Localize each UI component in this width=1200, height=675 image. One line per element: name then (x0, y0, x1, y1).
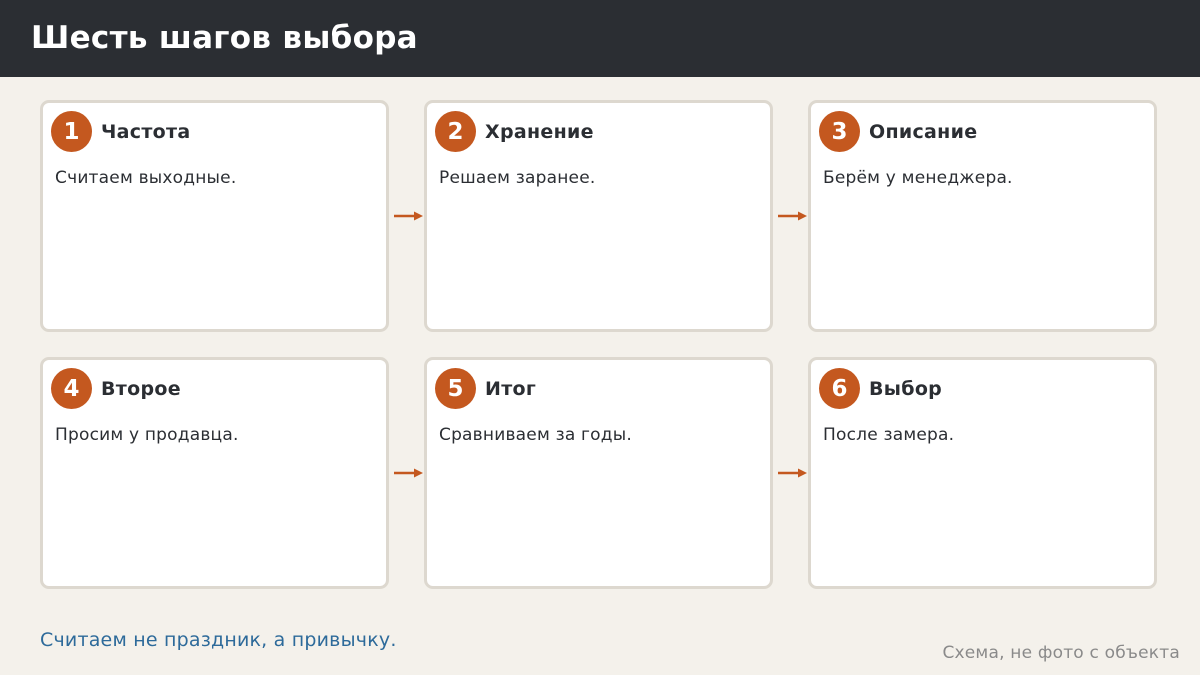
header-bar: Шесть шагов выбора (0, 0, 1200, 77)
step-description: Считаем выходные. (55, 168, 237, 188)
step-number-badge: 3 (819, 111, 860, 152)
step-title: Частота (101, 121, 191, 143)
page-title: Шесть шагов выбора (31, 20, 418, 56)
step-card-2: 2 Хранение Решаем заранее. (424, 100, 773, 332)
step-card-6: 6 Выбор После замера. (808, 357, 1157, 589)
step-description: Сравниваем за годы. (439, 425, 632, 445)
step-card-4: 4 Второе Просим у продавца. (40, 357, 389, 589)
step-card-5: 5 Итог Сравниваем за годы. (424, 357, 773, 589)
step-number-badge: 6 (819, 368, 860, 409)
step-description: Просим у продавца. (55, 425, 239, 445)
step-description: Решаем заранее. (439, 168, 596, 188)
step-card-3: 3 Описание Берём у менеджера. (808, 100, 1157, 332)
arrow-right-icon (778, 210, 808, 222)
step-number-badge: 1 (51, 111, 92, 152)
arrow-right-icon (778, 467, 808, 479)
step-title: Хранение (485, 121, 594, 143)
step-description: После замера. (823, 425, 955, 445)
image-caption: Схема, не фото с объекта (942, 643, 1180, 663)
step-description: Берём у менеджера. (823, 168, 1013, 188)
step-title: Выбор (869, 378, 943, 400)
arrow-right-icon (394, 210, 424, 222)
step-title: Итог (485, 378, 537, 400)
step-card-1: 1 Частота Считаем выходные. (40, 100, 389, 332)
step-number-badge: 5 (435, 368, 476, 409)
step-number-badge: 2 (435, 111, 476, 152)
arrow-right-icon (394, 467, 424, 479)
step-number-badge: 4 (51, 368, 92, 409)
step-title: Описание (869, 121, 978, 143)
footer-note: Считаем не праздник, а привычку. (40, 629, 397, 651)
step-title: Второе (101, 378, 181, 400)
